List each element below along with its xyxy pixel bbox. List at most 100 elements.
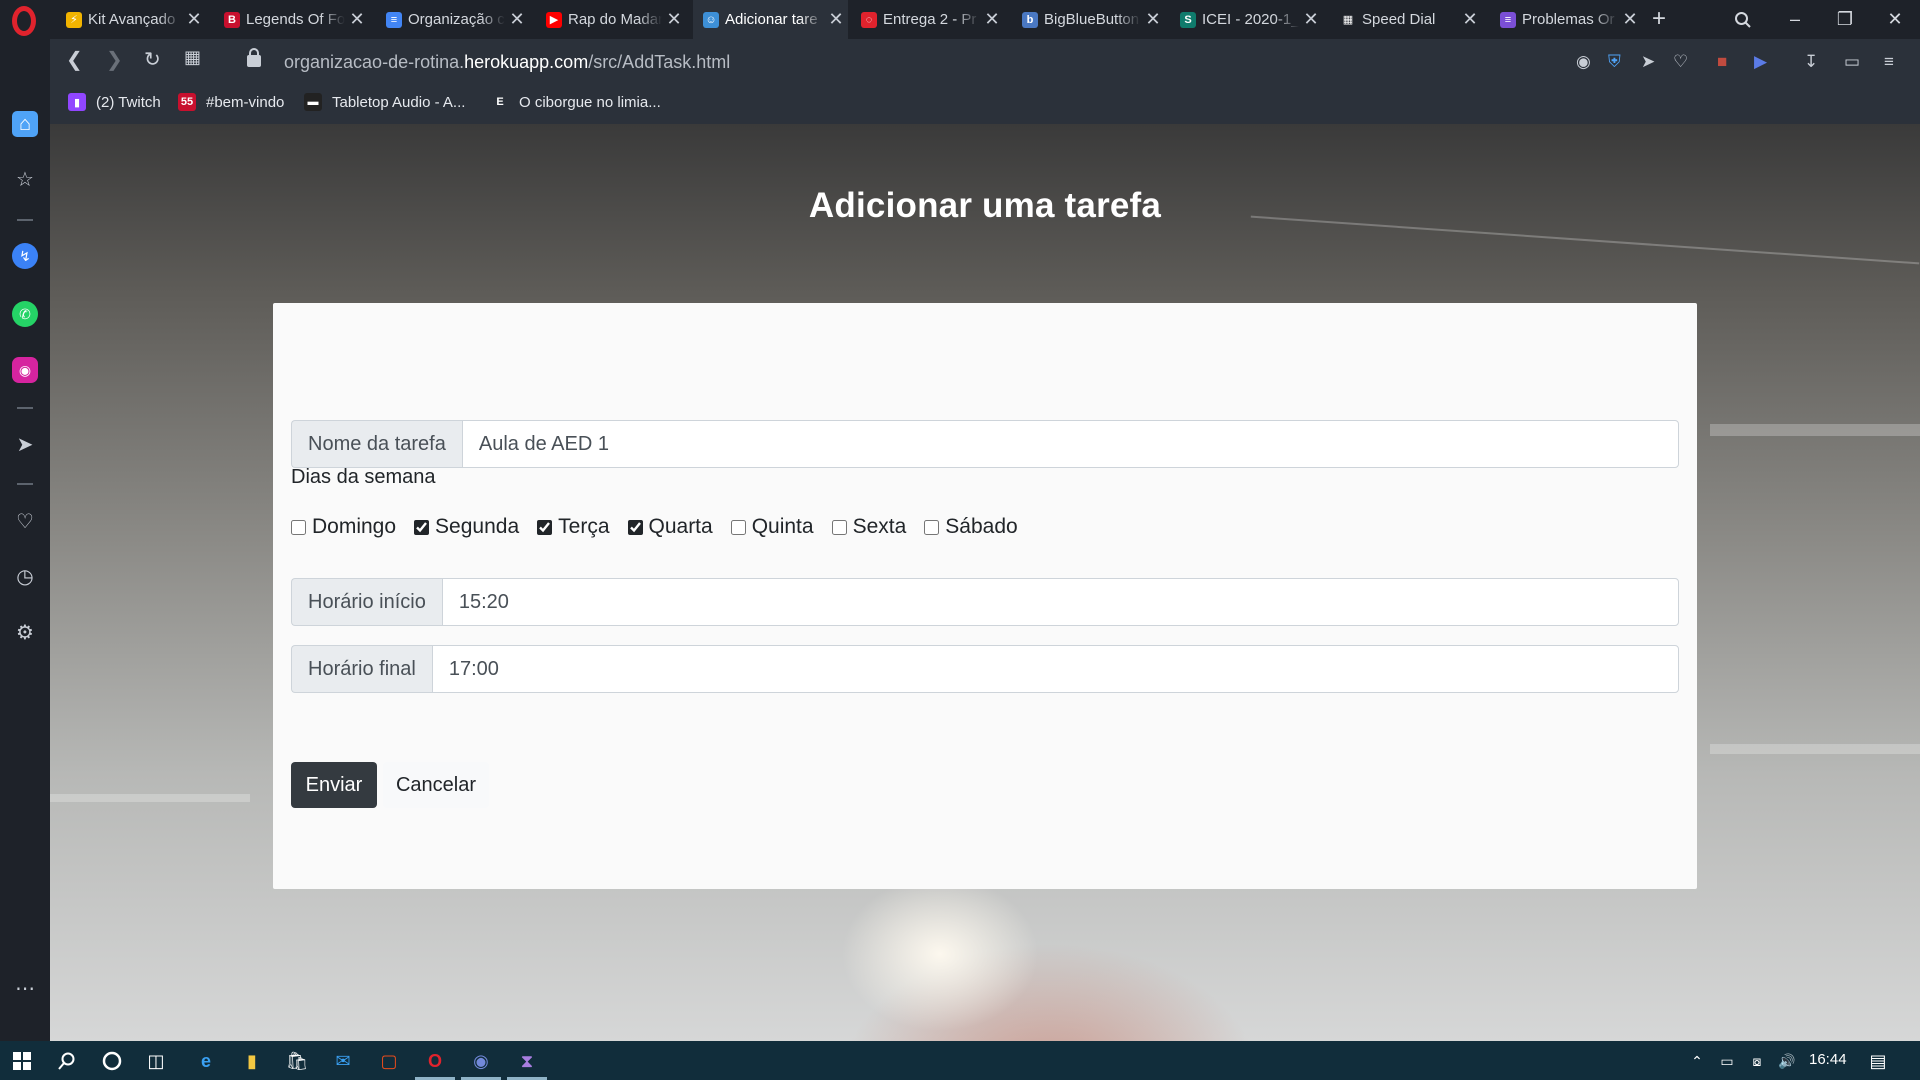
battery-icon[interactable]: ▭ [1715,1049,1739,1073]
taskbar-search-icon[interactable] [55,1049,79,1073]
tab[interactable]: ▶ Rap do Madar ✕ [536,0,686,39]
volume-icon[interactable]: 🔊 [1775,1049,1799,1073]
back-arrow-icon[interactable]: ❮ [66,47,83,72]
windows-start-icon[interactable] [10,1049,34,1073]
tab-close-icon[interactable]: ✕ [980,9,1004,30]
day-option[interactable]: Sábado [924,515,1018,539]
day-option[interactable]: Quinta [730,515,814,539]
url-field[interactable]: organizacao-de-rotina.herokuapp.com/src/… [284,52,730,73]
tab[interactable]: ▦ Speed Dial ✕ [1330,0,1482,39]
close-window-icon[interactable]: ✕ [1872,0,1918,39]
discord-icon[interactable]: ◉ [469,1049,493,1073]
day-option[interactable]: Quarta [627,515,713,539]
taskbar-clock[interactable]: 16:44 [1809,1051,1847,1068]
show-hidden-icons-chevron-icon[interactable]: ⌃ [1685,1049,1709,1073]
background-decor [1710,424,1920,436]
mail-icon[interactable]: ✉ [331,1049,355,1073]
cancel-button[interactable]: Cancelar [383,762,489,808]
tab-close-icon[interactable]: ✕ [662,9,686,30]
reload-icon[interactable]: ↻ [144,47,161,72]
tab-close-icon[interactable]: ✕ [345,9,369,30]
start-time-input[interactable] [441,578,1679,626]
day-checkbox[interactable] [537,519,553,535]
day-label: Segunda [435,515,520,538]
day-option[interactable]: Sexta [831,515,906,539]
send-flow-icon[interactable]: ➤ [1641,52,1655,72]
easy-setup-icon[interactable]: ≡ [1884,52,1894,72]
edge-icon[interactable]: e [194,1049,218,1073]
day-checkbox[interactable] [730,519,746,535]
tab[interactable]: S ICEI - 2020-1_ ✕ [1170,0,1323,39]
office-icon[interactable]: ▢ [377,1049,401,1073]
extension-play-icon[interactable]: ▶ [1754,52,1767,72]
day-checkbox[interactable] [414,519,430,535]
search-tabs-icon[interactable] [1720,0,1766,39]
tab-title: ICEI - 2020-1_ [1202,11,1299,28]
tab-close-icon[interactable]: ✕ [1458,9,1482,30]
day-option[interactable]: Terça [537,515,610,539]
tabs-grid-icon[interactable]: ▦ [184,47,201,68]
day-label: Domingo [312,515,397,538]
settings-gear-icon[interactable]: ⚙ [12,619,38,645]
tab-close-icon[interactable]: ✕ [1141,9,1165,30]
messenger-icon[interactable]: ↯ [12,243,38,269]
task-name-input[interactable] [461,420,1679,468]
more-dots-icon[interactable]: ⋯ [12,975,38,1001]
tab[interactable]: B Legends Of Fo ✕ [214,0,369,39]
store-icon[interactable]: 🛍 [285,1049,309,1073]
tab[interactable]: ≡ Problemas Or ✕ [1490,0,1642,39]
bookmark-label: O ciborgue no limia... [519,93,661,111]
notifications-icon[interactable]: ▤ [1866,1049,1890,1073]
tab-close-icon[interactable]: ✕ [1299,9,1323,30]
tab-close-icon[interactable]: ✕ [182,9,206,30]
bookmark-item[interactable]: E O ciborgue no limia... [491,93,661,111]
visual-studio-icon[interactable]: ⧗ [515,1049,539,1073]
task-name-group: Nome da tarefa [291,420,1679,468]
heart-icon[interactable]: ♡ [12,508,38,534]
cortana-icon[interactable] [100,1049,124,1073]
tab[interactable]: b BigBlueButton ✕ [1012,0,1165,39]
tab-close-icon[interactable]: ✕ [505,9,529,30]
lock-icon[interactable] [247,48,261,67]
day-checkbox[interactable] [291,519,306,535]
tab-close-icon[interactable]: ✕ [824,9,848,30]
instagram-icon[interactable]: ◉ [12,357,38,383]
opera-logo-icon[interactable] [12,6,36,36]
file-explorer-icon[interactable]: ▮ [240,1049,264,1073]
whatsapp-icon[interactable]: ✆ [12,301,38,327]
tab-close-icon[interactable]: ✕ [1618,9,1642,30]
tab[interactable]: ☺ Adicionar tare ✕ [693,0,848,39]
bookmark-item[interactable]: ▮ (2) Twitch [68,93,161,111]
new-tab-plus-icon[interactable]: + [1652,5,1666,33]
task-view-icon[interactable]: ◫ [144,1049,168,1073]
day-label: Terça [558,515,610,538]
vpn-shield-icon[interactable]: ⛨ [1608,52,1621,72]
history-clock-icon[interactable]: ◷ [12,563,38,589]
home-icon[interactable]: ⌂ [12,111,38,137]
forward-arrow-icon[interactable]: ❯ [106,47,123,72]
heart-bookmark-icon[interactable]: ♡ [1673,52,1688,72]
snapshot-camera-icon[interactable]: ◉ [1576,52,1591,72]
tab-favicon-icon: ☺ [703,11,719,28]
bookmark-item[interactable]: ▬ Tabletop Audio - A... [304,93,465,111]
day-checkbox[interactable] [831,519,847,535]
tab[interactable]: ⚡ Kit Avançado ✕ [56,0,206,39]
minimize-icon[interactable]: – [1772,0,1818,39]
send-flow-sidebar-icon[interactable]: ➤ [12,431,38,457]
opera-taskbar-icon[interactable]: O [423,1049,447,1073]
day-option[interactable]: Segunda [414,515,519,539]
tab[interactable]: ≡ Organização c ✕ [376,0,529,39]
tab[interactable]: ◌ Entrega 2 - Pr ✕ [851,0,1004,39]
bookmark-item[interactable]: 55 #bem-vindo [178,93,284,111]
day-checkbox[interactable] [924,519,940,535]
star-icon[interactable]: ☆ [12,166,38,192]
end-time-input[interactable] [431,645,1679,693]
battery-saver-icon[interactable]: ▭ [1844,52,1860,72]
day-checkbox[interactable] [627,519,643,535]
submit-button[interactable]: Enviar [291,762,377,808]
wifi-icon[interactable]: ⧇ [1745,1049,1769,1073]
download-icon[interactable]: ↧ [1804,52,1818,72]
day-option[interactable]: Domingo [291,515,396,539]
restore-icon[interactable]: ❐ [1822,0,1868,39]
extension-cube-icon[interactable]: ■ [1717,52,1727,72]
